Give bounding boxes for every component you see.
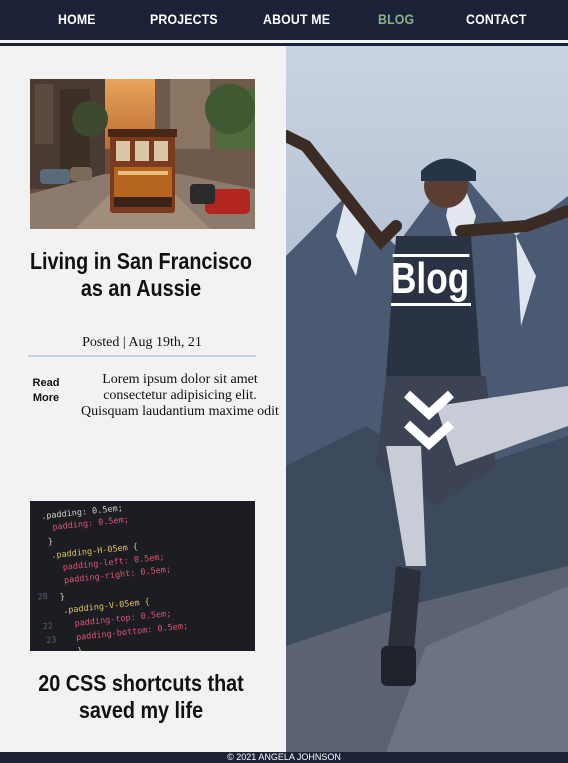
- nav-contact[interactable]: CONTACT: [466, 11, 527, 27]
- copyright-text: © 2021 ANGELA JOHNSON: [227, 752, 341, 762]
- code-line: }: [59, 592, 65, 602]
- page-title-text: Blog: [391, 254, 470, 303]
- page-title: Blog: [391, 254, 471, 306]
- title-underline: [391, 303, 471, 306]
- code-line: }: [47, 537, 53, 547]
- line-number: 22: [42, 621, 53, 632]
- nav-blog[interactable]: BLOG: [378, 11, 414, 27]
- post-excerpt: Lorem ipsum dolor sit amet consectetur a…: [81, 372, 279, 419]
- post-image-san-francisco[interactable]: [30, 79, 255, 229]
- divider: [28, 355, 256, 357]
- post-title[interactable]: 20 CSS shortcuts that saved my life: [28, 670, 253, 724]
- post-date: Posted | Aug 19th, 21: [82, 335, 202, 350]
- line-number: 23: [46, 635, 57, 646]
- blog-post-list: Living in San Francisco as an Aussie Pos…: [0, 46, 286, 752]
- title-overline: [392, 254, 470, 257]
- read-more-link[interactable]: Read More: [30, 376, 62, 406]
- line-number: 28: [37, 592, 48, 603]
- post-title[interactable]: Living in San Francisco as an Aussie: [28, 248, 253, 302]
- nav-home[interactable]: HOME: [58, 11, 96, 27]
- cable-car-illustration: [30, 79, 255, 229]
- code-screen-illustration: .padding: 0.5em; padding: 0.5em; } .padd…: [30, 501, 255, 651]
- top-nav: HOME PROJECTS ABOUT ME BLOG CONTACT: [0, 0, 568, 43]
- nav-projects[interactable]: PROJECTS: [150, 11, 218, 27]
- nav-about-me[interactable]: ABOUT ME: [263, 11, 330, 27]
- hero-panel: Blog: [286, 46, 568, 752]
- post-image-css-code[interactable]: .padding: 0.5em; padding: 0.5em; } .padd…: [30, 501, 255, 651]
- footer: © 2021 ANGELA JOHNSON: [0, 752, 568, 763]
